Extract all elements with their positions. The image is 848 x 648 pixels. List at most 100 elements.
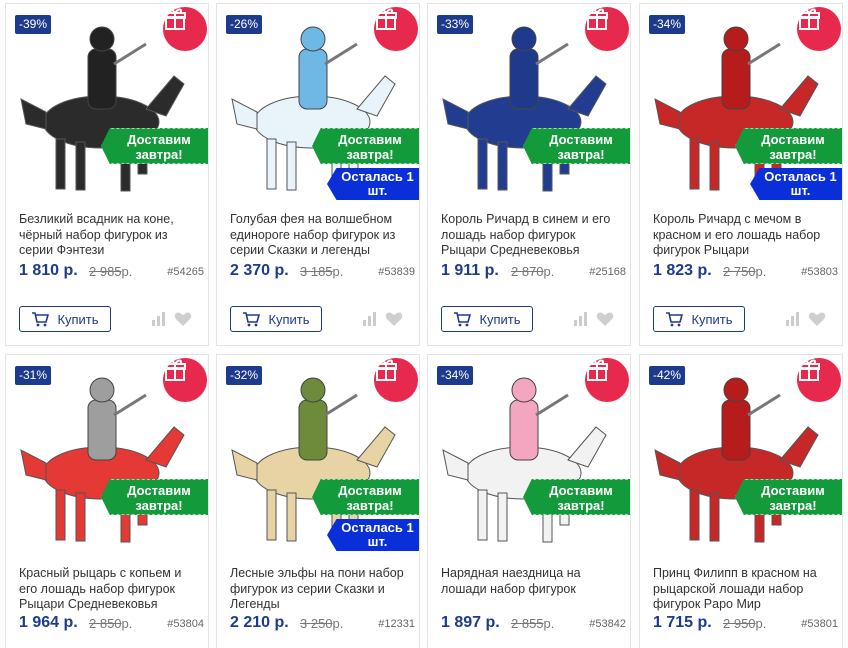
product-card[interactable]: -32% Доставим завтра! Осталась 1 шт. Лес… [216, 354, 420, 648]
old-price-currency: р. [121, 264, 133, 279]
product-sku: #25168 [589, 266, 626, 278]
product-sku: #53803 [801, 266, 838, 278]
discount-badge: -42% [649, 366, 686, 385]
gift-badge[interactable] [163, 358, 207, 402]
current-price: 1 810 р. [19, 262, 78, 279]
product-card[interactable]: -39% Доставим завтра! Безликий всадник н… [5, 3, 209, 346]
old-price-value: 2 870 [511, 264, 544, 279]
buy-button[interactable]: Купить [230, 306, 322, 332]
product-title[interactable]: Принц Филипп в красном на рыцарской лоша… [653, 566, 833, 613]
current-price: 1 911 р. [441, 262, 499, 279]
product-title[interactable]: Безликий всадник на коне, чёрный набор ф… [19, 212, 199, 259]
current-price: 1 715 р. [653, 614, 712, 631]
discount-badge: -32% [226, 366, 263, 385]
compare-icon[interactable] [573, 312, 589, 326]
delivery-ribbon: Доставим завтра! [523, 479, 630, 515]
product-sku: #53839 [378, 266, 415, 278]
product-sku: #53842 [589, 618, 626, 630]
product-image[interactable]: -26% Доставим завтра! Осталась 1 шт. [217, 4, 419, 204]
buy-button[interactable]: Купить [653, 306, 745, 332]
product-card[interactable]: -33% Доставим завтра! Король Ричард в си… [427, 3, 631, 346]
old-price: 2 870р. [511, 264, 554, 279]
product-image[interactable]: -33% Доставим завтра! [428, 4, 630, 204]
product-title[interactable]: Лесные эльфы на пони набор фигурок из се… [230, 566, 410, 613]
discount-badge: -33% [437, 15, 474, 34]
buy-button-label: Купить [57, 311, 99, 327]
old-price-currency: р. [543, 264, 555, 279]
product-sku: #53801 [801, 618, 838, 630]
product-card[interactable]: -34% Доставим завтра! Осталась 1 шт. Кор… [639, 3, 843, 346]
gift-icon [164, 359, 186, 381]
product-title[interactable]: Нарядная наездница на лошади набор фигур… [441, 566, 621, 613]
product-card[interactable]: -42% Доставим завтра! Принц Филипп в кра… [639, 354, 843, 648]
gift-badge[interactable] [797, 7, 841, 51]
cart-icon [454, 312, 472, 327]
price-line: 1 911 р. 2 870р. #25168 [441, 262, 626, 282]
product-grid: -39% Доставим завтра! Безликий всадник н… [0, 0, 848, 648]
gift-badge[interactable] [585, 358, 629, 402]
product-image[interactable]: -31% Доставим завтра! [6, 355, 208, 555]
product-card[interactable]: -26% Доставим завтра! Осталась 1 шт. Гол… [216, 3, 420, 346]
compare-icon[interactable] [151, 312, 167, 326]
discount-badge: -31% [15, 366, 52, 385]
gift-icon [798, 8, 820, 30]
delivery-ribbon: Доставим завтра! [523, 128, 630, 164]
old-price-currency: р. [543, 616, 555, 631]
product-title[interactable]: Красный рыцарь с копьем и его лошадь наб… [19, 566, 199, 613]
delivery-ribbon: Доставим завтра! [735, 479, 842, 515]
product-sku: #54265 [167, 266, 204, 278]
gift-badge[interactable] [374, 358, 418, 402]
old-price-value: 2 985 [89, 264, 122, 279]
heart-icon[interactable] [174, 311, 192, 327]
product-image[interactable]: -34% Доставим завтра! Осталась 1 шт. [640, 4, 842, 204]
old-price-currency: р. [121, 616, 133, 631]
gift-icon [798, 359, 820, 381]
buy-button[interactable]: Купить [441, 306, 533, 332]
old-price: 2 985р. [89, 264, 132, 279]
product-card[interactable]: -31% Доставим завтра! Красный рыцарь с к… [5, 354, 209, 648]
old-price-currency: р. [755, 264, 767, 279]
price-line: 1 823 р. 2 750р. #53803 [653, 262, 838, 282]
delivery-ribbon: Доставим завтра! [101, 479, 208, 515]
compare-icon[interactable] [362, 312, 378, 326]
current-price: 1 823 р. [653, 262, 712, 279]
buy-button-label: Купить [691, 311, 733, 327]
old-price: 2 855р. [511, 616, 554, 631]
heart-icon[interactable] [808, 311, 826, 327]
heart-icon[interactable] [385, 311, 403, 327]
cart-icon [32, 312, 50, 327]
gift-badge[interactable] [374, 7, 418, 51]
discount-badge: -34% [649, 15, 686, 34]
old-price: 3 250р. [300, 616, 343, 631]
price-line: 2 370 р. 3 185р. #53839 [230, 262, 415, 282]
old-price: 2 750р. [723, 264, 766, 279]
current-price: 2 370 р. [230, 262, 289, 279]
old-price: 3 185р. [300, 264, 343, 279]
discount-badge: -39% [15, 15, 52, 34]
old-price-value: 2 950 [723, 616, 756, 631]
product-image[interactable]: -42% Доставим завтра! [640, 355, 842, 555]
delivery-ribbon: Доставим завтра! [735, 128, 842, 164]
gift-badge[interactable] [585, 7, 629, 51]
old-price: 2 850р. [89, 616, 132, 631]
gift-badge[interactable] [163, 7, 207, 51]
product-title[interactable]: Король Ричард в синем и его лошадь набор… [441, 212, 621, 259]
price-line: 2 210 р. 3 250р. #12331 [230, 614, 415, 634]
current-price: 2 210 р. [230, 614, 289, 631]
product-card[interactable]: -34% Доставим завтра! Нарядная наездница… [427, 354, 631, 648]
gift-icon [375, 8, 397, 30]
gift-icon [375, 359, 397, 381]
gift-badge[interactable] [797, 358, 841, 402]
product-image[interactable]: -34% Доставим завтра! [428, 355, 630, 555]
product-title[interactable]: Голубая фея на волшебном единороге набор… [230, 212, 410, 259]
stock-ribbon: Осталась 1 шт. [327, 519, 419, 551]
product-image[interactable]: -32% Доставим завтра! Осталась 1 шт. [217, 355, 419, 555]
product-title[interactable]: Король Ричард с мечом в красном и его ло… [653, 212, 833, 259]
buy-button[interactable]: Купить [19, 306, 111, 332]
compare-icon[interactable] [785, 312, 801, 326]
old-price: 2 950р. [723, 616, 766, 631]
product-image[interactable]: -39% Доставим завтра! [6, 4, 208, 204]
heart-icon[interactable] [596, 311, 614, 327]
gift-icon [586, 359, 608, 381]
stock-ribbon: Осталась 1 шт. [327, 168, 419, 200]
